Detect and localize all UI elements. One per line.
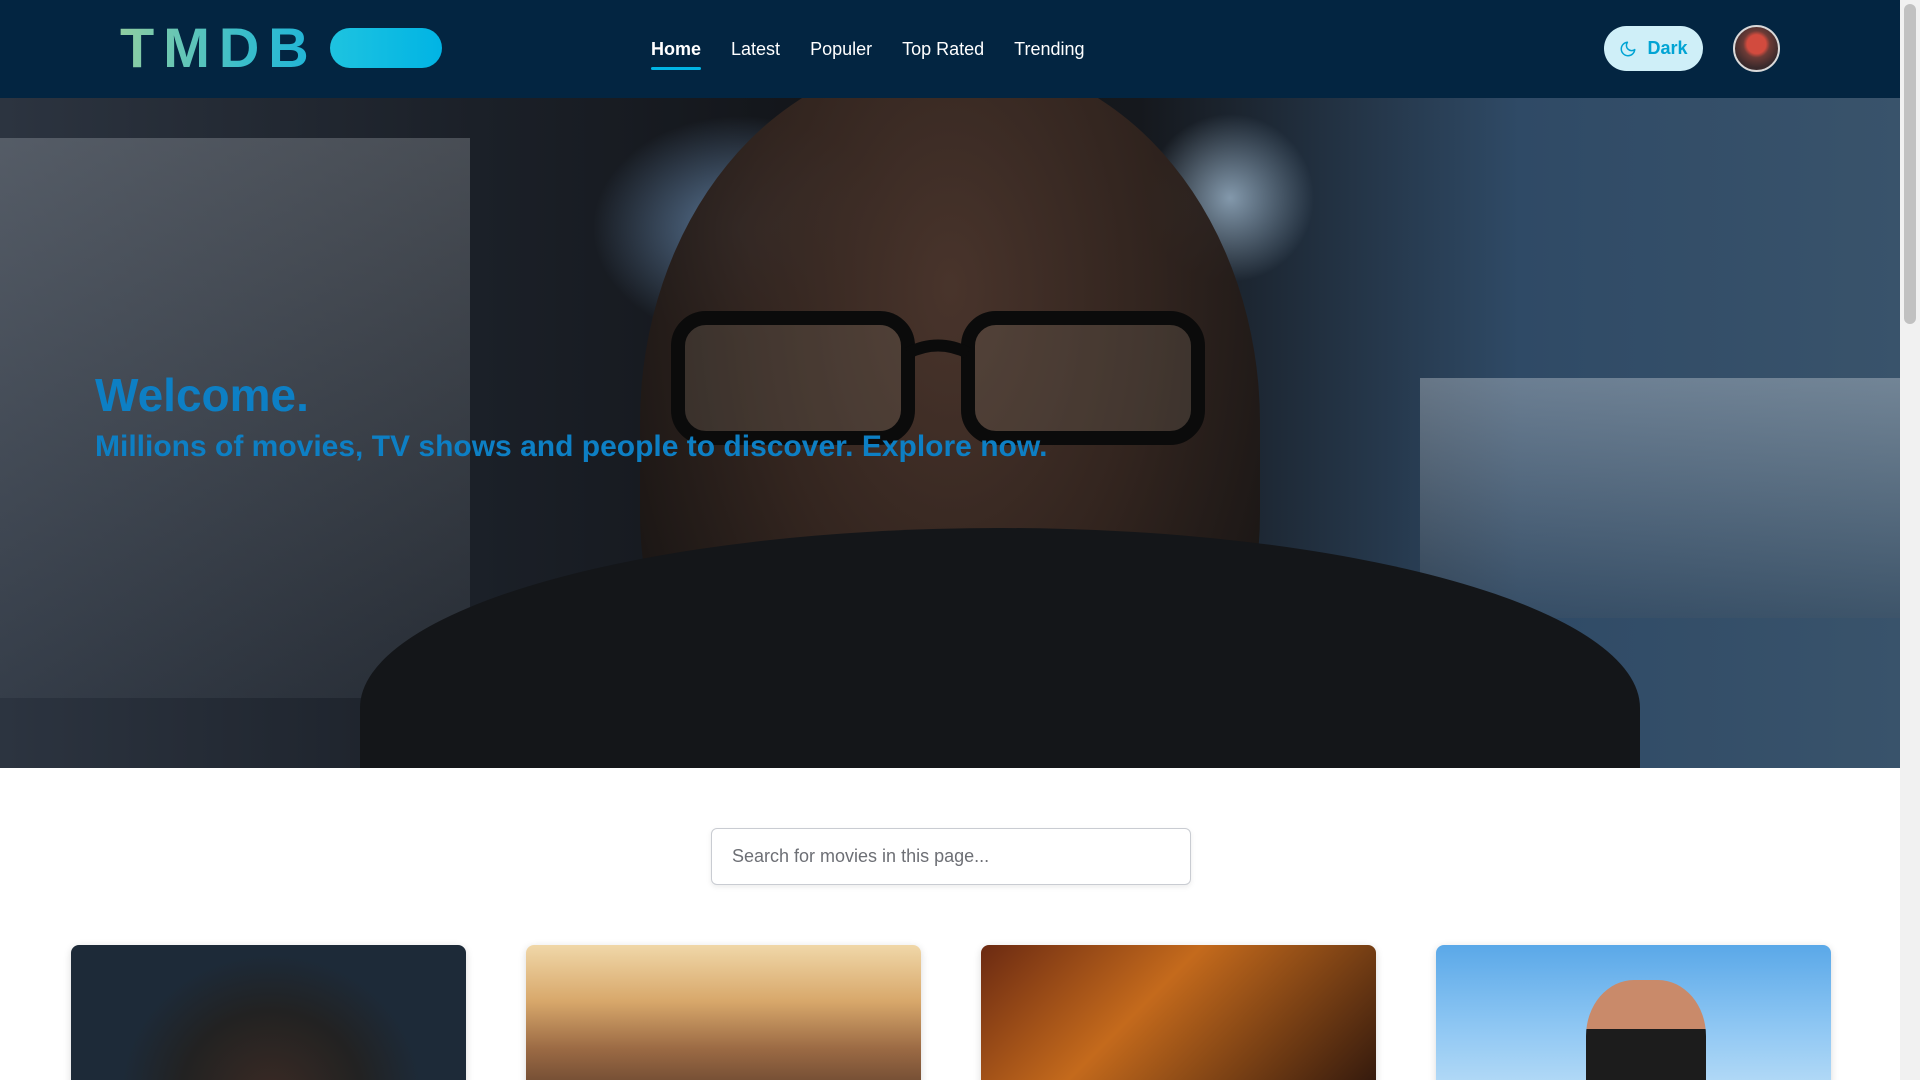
page: TMDB Home Latest Populer Top Rated Trend… [0, 0, 1920, 1080]
theme-toggle-button[interactable]: Dark [1604, 26, 1703, 71]
movie-card[interactable] [526, 945, 921, 1080]
hero-text: Welcome. Millions of movies, TV shows an… [95, 368, 1047, 464]
hero-background-desk [1420, 378, 1900, 618]
movie-card[interactable] [981, 945, 1376, 1080]
logo-text: TMDB [120, 16, 318, 79]
movie-card[interactable] [1436, 945, 1831, 1080]
nav-link-latest[interactable]: Latest [716, 0, 795, 98]
hero-banner: Welcome. Millions of movies, TV shows an… [0, 98, 1900, 768]
user-avatar[interactable] [1733, 25, 1780, 72]
search-box [711, 828, 1191, 885]
logo[interactable]: TMDB [120, 16, 442, 79]
logo-pill-icon [329, 28, 442, 68]
nav-link-home[interactable]: Home [636, 0, 716, 98]
nav-link-populer[interactable]: Populer [795, 0, 887, 98]
nav-link-trending[interactable]: Trending [999, 0, 1099, 98]
movie-poster-figure [1586, 980, 1706, 1080]
hero-title: Welcome. [95, 369, 309, 421]
scrollbar-thumb[interactable] [1904, 4, 1916, 324]
nav-link-top-rated[interactable]: Top Rated [887, 0, 999, 98]
moon-icon [1621, 41, 1636, 56]
hero-subtitle: Millions of movies, TV shows and people … [95, 430, 1048, 463]
navbar: TMDB Home Latest Populer Top Rated Trend… [0, 0, 1900, 98]
page-scrollbar[interactable] [1900, 0, 1920, 1080]
theme-toggle-label: Dark [1647, 38, 1688, 58]
search-input[interactable] [712, 829, 1190, 884]
main-nav: Home Latest Populer Top Rated Trending [636, 0, 1100, 98]
movie-card[interactable] [71, 945, 466, 1080]
